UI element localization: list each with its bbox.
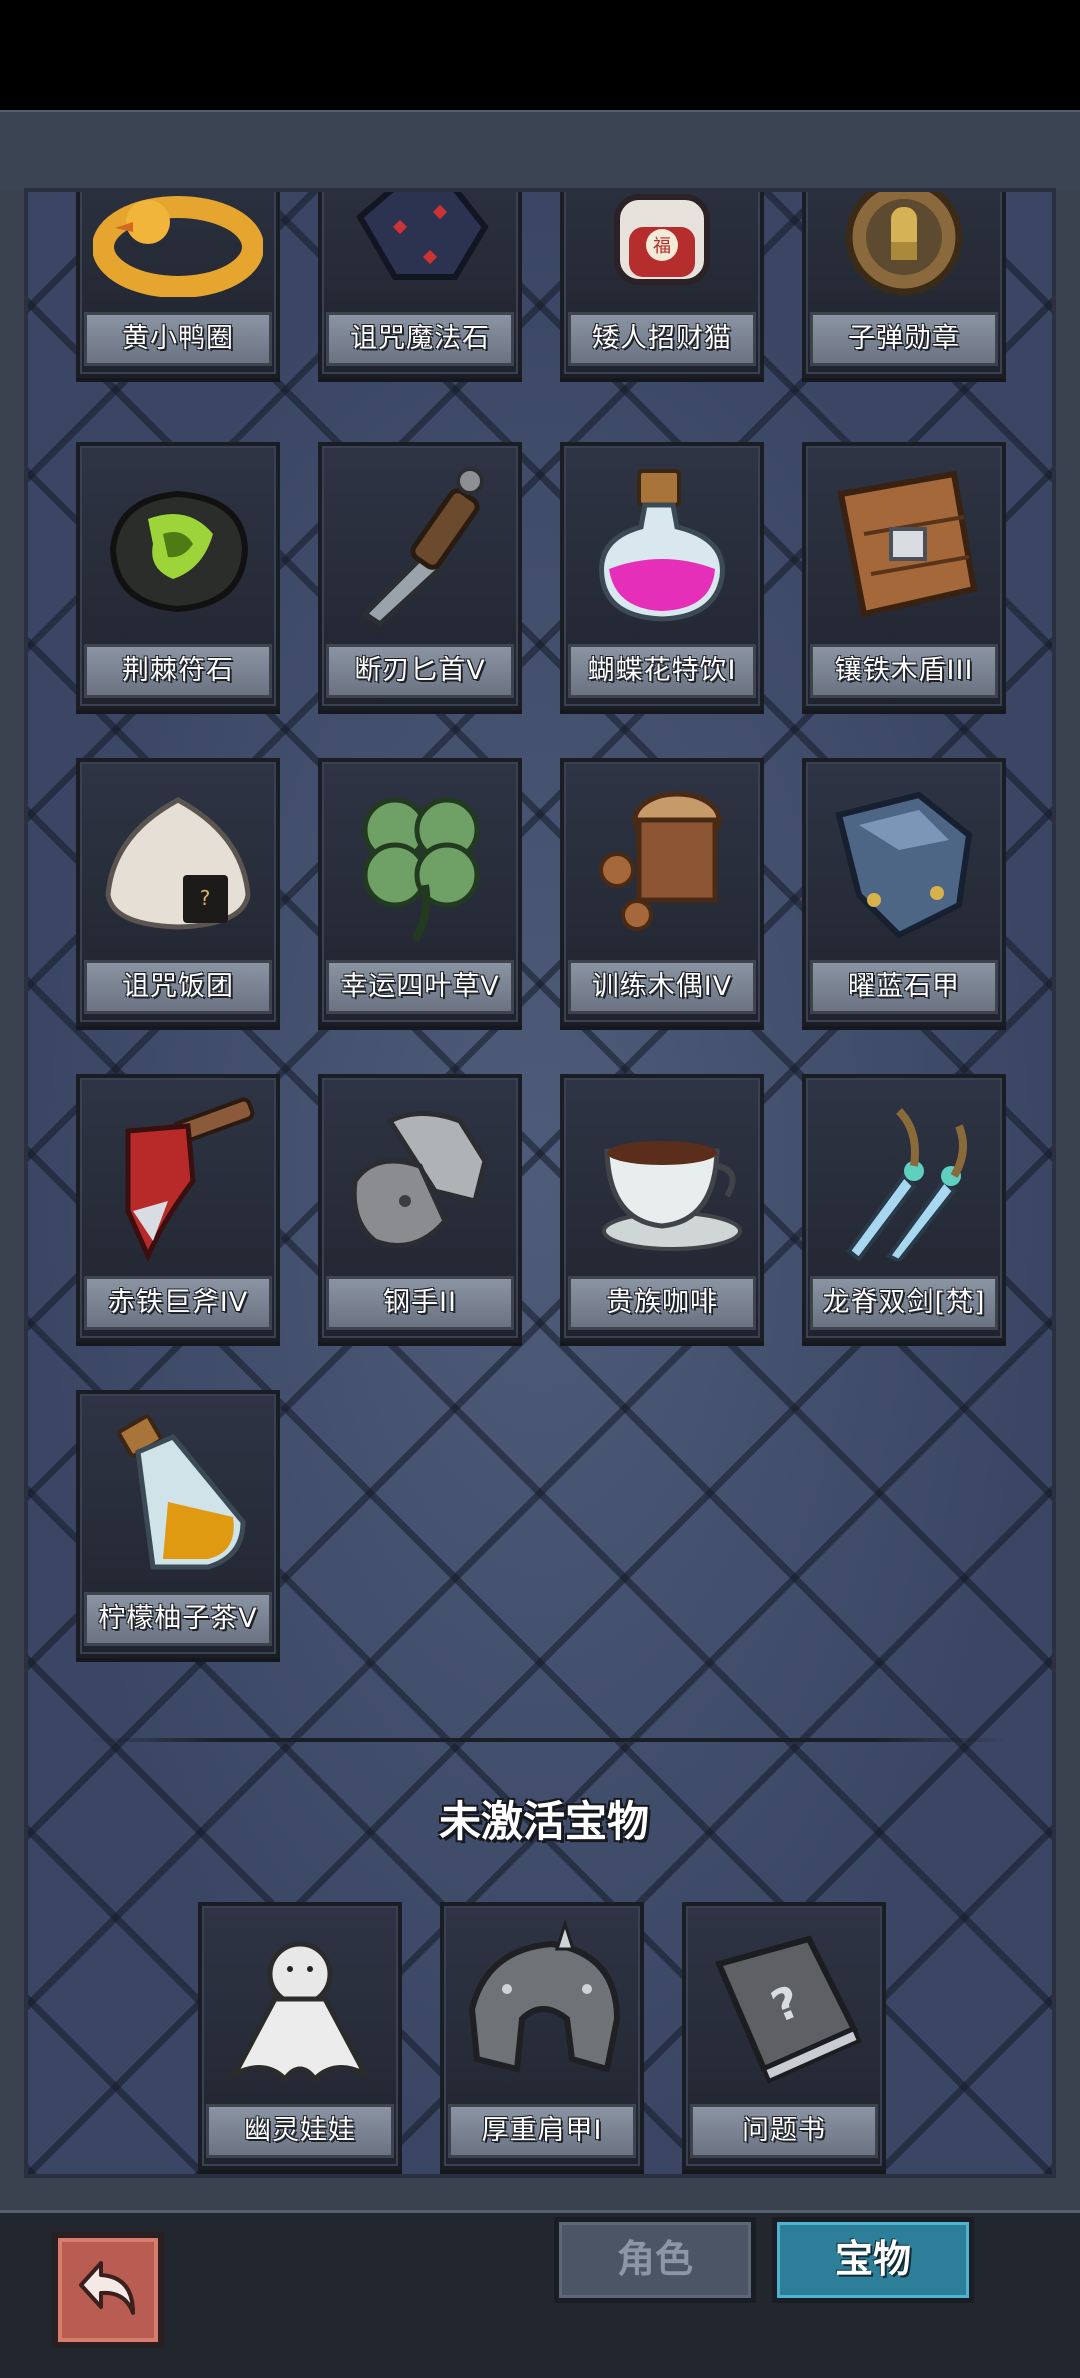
item-label: 赤铁巨斧IV: [84, 1276, 272, 1330]
treasure-item[interactable]: 福 矮人招财猫: [560, 192, 764, 378]
item-label: 贵族咖啡: [568, 1276, 756, 1330]
butterfly-potion-icon: [574, 456, 750, 632]
inactive-treasure-item[interactable]: 厚重肩甲I: [440, 1902, 644, 2170]
treasure-panel[interactable]: 黄小鸭圈 诅咒魔法石 福 矮人招财猫 子弹勋章 荆棘符石 断刃匕首V 蝴蝶花特饮…: [24, 188, 1056, 2178]
treasure-item[interactable]: ? 诅咒饭团: [76, 758, 280, 1026]
blue-stone-armor-icon: [816, 772, 992, 948]
broken-dagger-icon: [332, 456, 508, 632]
lemon-tea-bottle-icon: [90, 1404, 266, 1580]
treasure-item[interactable]: 幸运四叶草V: [318, 758, 522, 1026]
cursed-rice-ball-icon: ?: [90, 772, 266, 948]
inactive-treasure-item[interactable]: 幽灵娃娃: [198, 1902, 402, 2170]
treasure-item[interactable]: 黄小鸭圈: [76, 192, 280, 378]
thorn-rune-stone-icon: [90, 456, 266, 632]
inactive-treasure-item[interactable]: ? 问题书: [682, 1902, 886, 2170]
heavy-shoulder-armor-icon: [454, 1916, 630, 2092]
item-label: 蝴蝶花特饮I: [568, 644, 756, 698]
item-label: 子弹勋章: [810, 312, 998, 366]
item-label: 训练木偶IV: [568, 960, 756, 1014]
question-book-icon: ?: [696, 1916, 872, 2092]
duck-ring-icon: [90, 192, 266, 300]
item-label: 荆棘符石: [84, 644, 272, 698]
four-leaf-clover-icon: [332, 772, 508, 948]
item-label: 问题书: [690, 2104, 878, 2158]
item-label: 柠檬柚子茶V: [84, 1592, 272, 1646]
bullet-medal-icon: [816, 192, 992, 300]
cursed-magic-stone-icon: [332, 192, 508, 300]
item-label: 龙脊双剑[梵]: [810, 1276, 998, 1330]
treasure-item[interactable]: 子弹勋章: [802, 192, 1006, 378]
treasure-item[interactable]: 断刃匕首V: [318, 442, 522, 710]
svg-text:?: ?: [200, 886, 211, 910]
lucky-cat-icon: 福: [574, 192, 750, 300]
treasure-item[interactable]: 曜蓝石甲: [802, 758, 1006, 1026]
iron-wood-shield-icon: [816, 456, 992, 632]
item-label: 曜蓝石甲: [810, 960, 998, 1014]
item-label: 钢手II: [326, 1276, 514, 1330]
tab-role[interactable]: 角色: [554, 2217, 756, 2303]
section-divider: [88, 1738, 1008, 1742]
treasure-item[interactable]: 训练木偶IV: [560, 758, 764, 1026]
item-label: 矮人招财猫: [568, 312, 756, 366]
back-arrow-icon: [73, 2253, 143, 2327]
treasure-item[interactable]: 龙脊双剑[梵]: [802, 1074, 1006, 1342]
treasure-item[interactable]: 诅咒魔法石: [318, 192, 522, 378]
item-label: 断刃匕首V: [326, 644, 514, 698]
item-label: 幸运四叶草V: [326, 960, 514, 1014]
dragon-twin-swords-icon: [816, 1088, 992, 1264]
treasure-item[interactable]: 钢手II: [318, 1074, 522, 1342]
treasure-item[interactable]: 贵族咖啡: [560, 1074, 764, 1342]
treasure-item[interactable]: 蝴蝶花特饮I: [560, 442, 764, 710]
tab-treasure[interactable]: 宝物: [772, 2217, 974, 2303]
treasure-item[interactable]: 柠檬柚子茶V: [76, 1390, 280, 1658]
training-dummy-icon: [574, 772, 750, 948]
status-bar-area: [0, 0, 1080, 110]
ghost-doll-icon: [212, 1916, 388, 2092]
item-label: 诅咒魔法石: [326, 312, 514, 366]
item-label: 幽灵娃娃: [206, 2104, 394, 2158]
coffee-cup-icon: [574, 1088, 750, 1264]
steel-gauntlet-icon: [332, 1088, 508, 1264]
item-label: 诅咒饭团: [84, 960, 272, 1014]
item-label: 黄小鸭圈: [84, 312, 272, 366]
treasure-item[interactable]: 镶铁木盾III: [802, 442, 1006, 710]
treasure-item[interactable]: 赤铁巨斧IV: [76, 1074, 280, 1342]
red-iron-axe-icon: [90, 1088, 266, 1264]
inactive-section-title: 未激活宝物: [438, 1797, 649, 1846]
svg-text:福: 福: [653, 236, 671, 257]
back-button[interactable]: [52, 2232, 164, 2348]
item-label: 厚重肩甲I: [448, 2104, 636, 2158]
item-label: 镶铁木盾III: [810, 644, 998, 698]
treasure-item[interactable]: 荆棘符石: [76, 442, 280, 710]
frame-header: [0, 112, 1080, 190]
